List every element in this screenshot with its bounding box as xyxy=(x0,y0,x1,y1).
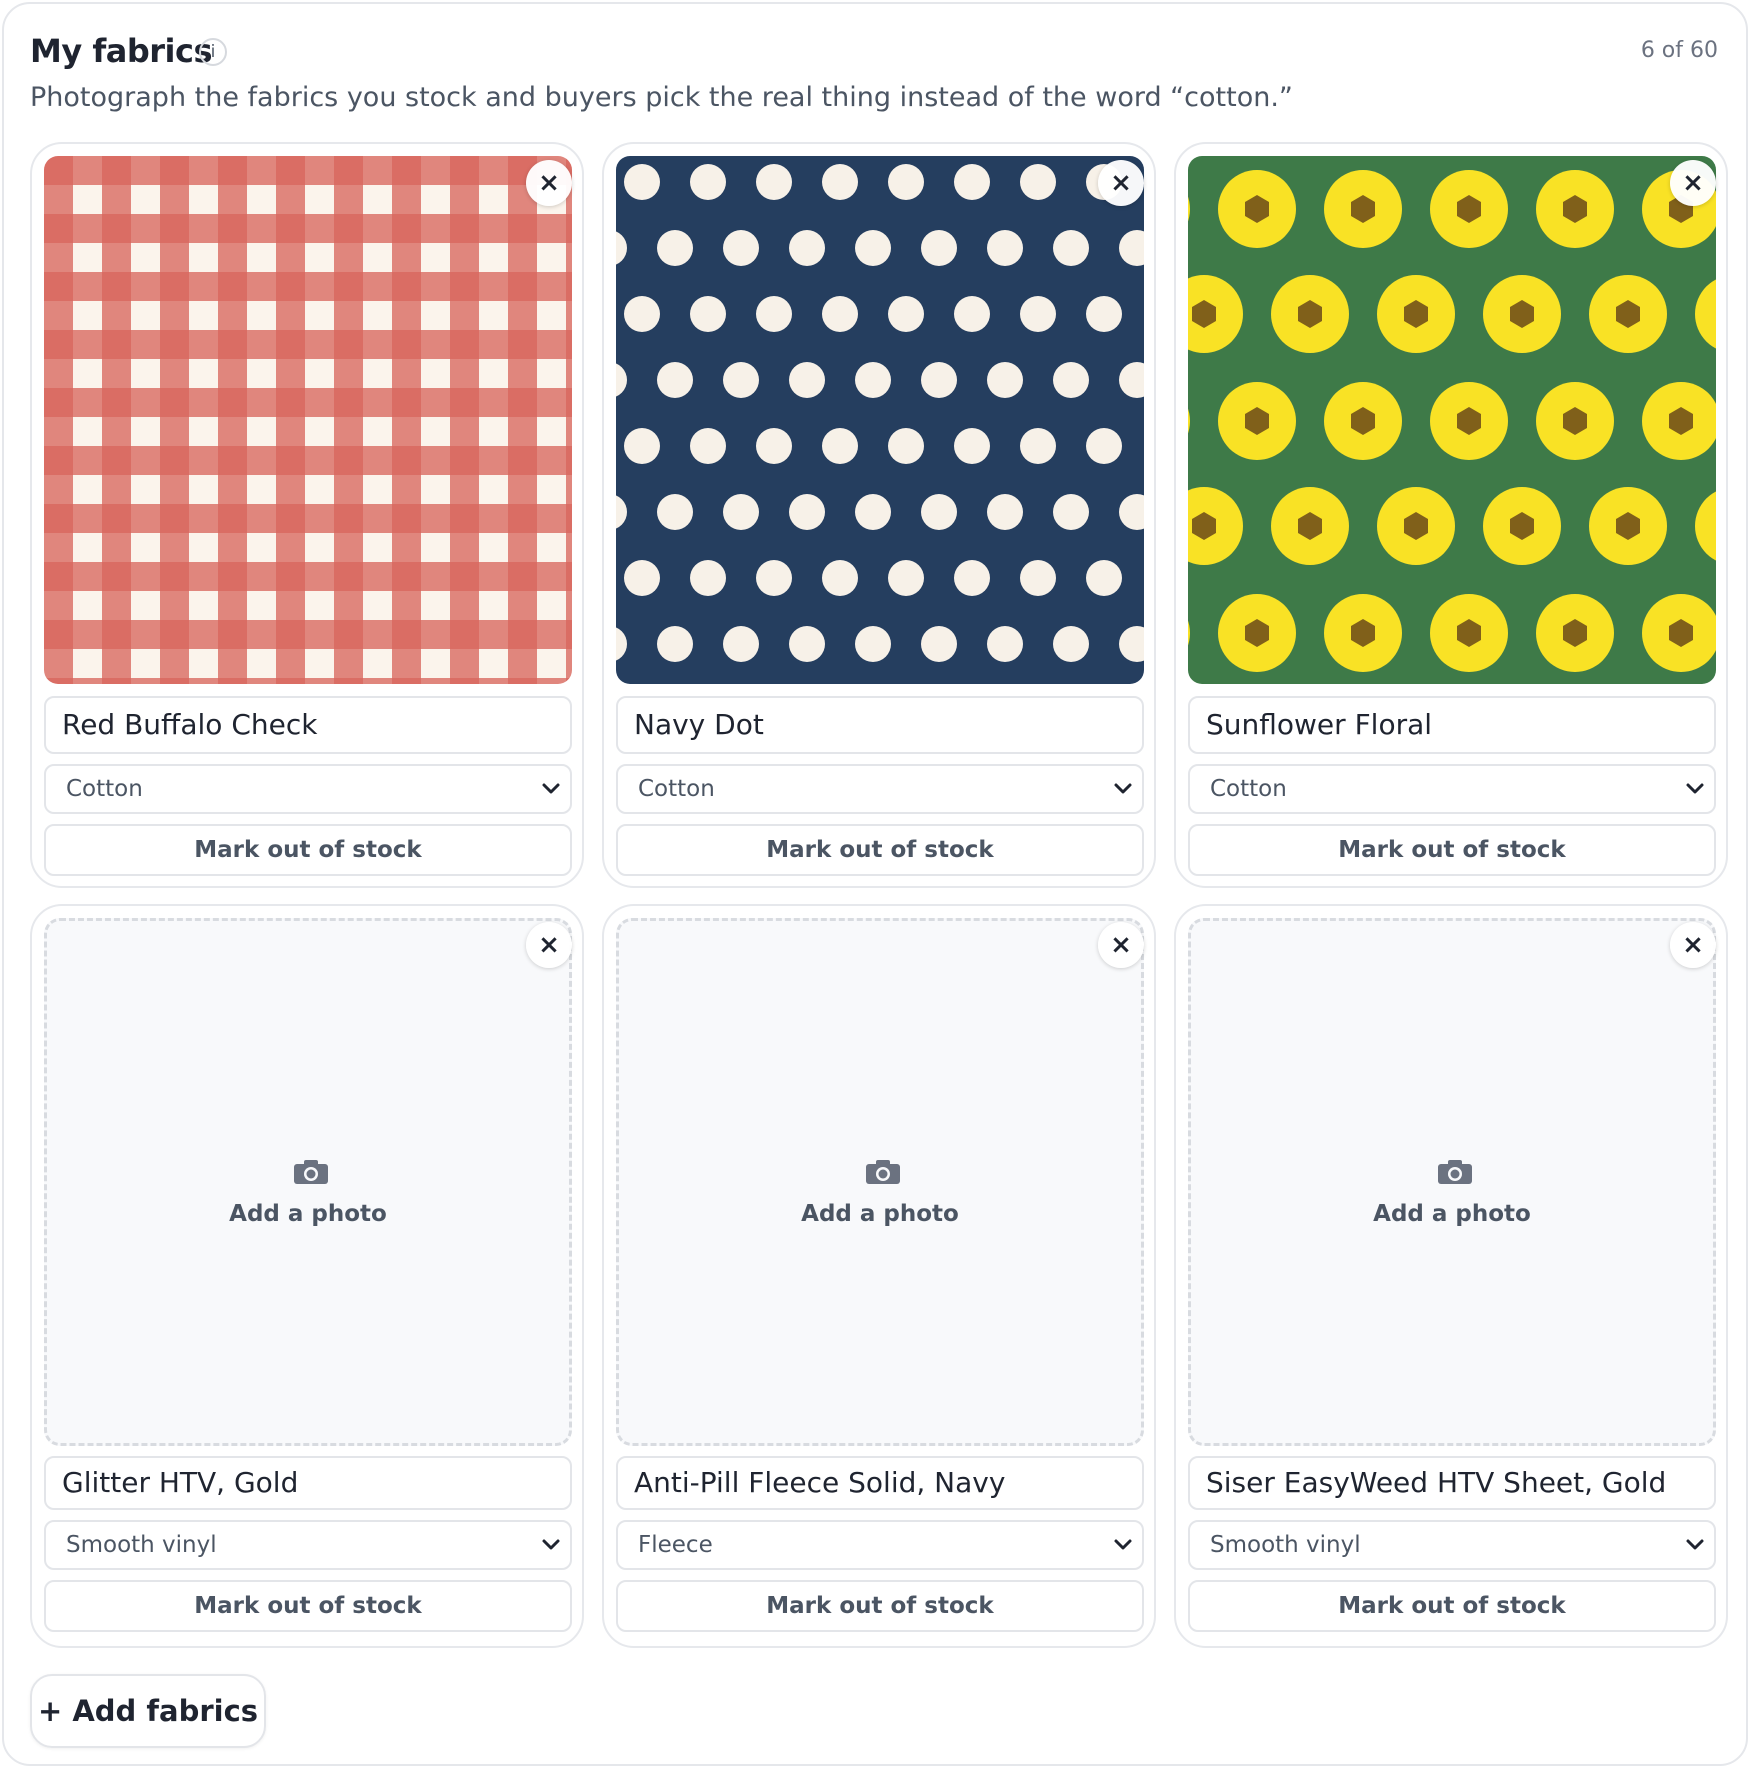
fabric-count: 6 of 60 xyxy=(1640,38,1718,63)
chevron-down-icon xyxy=(1686,1539,1704,1550)
close-icon: × xyxy=(1110,168,1132,198)
mark-out-of-stock-button[interactable]: Mark out of stock xyxy=(616,824,1144,876)
remove-fabric-button[interactable]: × xyxy=(526,160,572,206)
fabric-name-field[interactable]: Navy Dot xyxy=(616,696,1144,754)
fabric-card: Add a photo × Glitter HTV, Gold Smooth v… xyxy=(30,904,584,1648)
page-title: My fabrics xyxy=(30,32,213,70)
add-photo-label: Add a photo xyxy=(229,1201,387,1227)
remove-fabric-button[interactable]: × xyxy=(1098,160,1144,206)
remove-fabric-button[interactable]: × xyxy=(1098,922,1144,968)
mark-out-of-stock-button[interactable]: Mark out of stock xyxy=(44,1580,572,1632)
page-subtitle: Photograph the fabrics you stock and buy… xyxy=(30,82,1293,113)
fabric-name-field[interactable]: Sunflower Floral xyxy=(1188,696,1716,754)
mark-out-of-stock-button[interactable]: Mark out of stock xyxy=(44,824,572,876)
material-select-value: Smooth vinyl xyxy=(66,1532,217,1558)
chevron-down-icon xyxy=(542,783,560,794)
fabric-card: Add a photo × Anti-Pill Fleece Solid, Na… xyxy=(602,904,1156,1648)
red-buffalo-check-swatch xyxy=(44,156,572,684)
close-icon: × xyxy=(1682,930,1704,960)
fabric-photo[interactable] xyxy=(616,156,1144,684)
remove-fabric-button[interactable]: × xyxy=(1670,160,1716,206)
mark-out-of-stock-button[interactable]: Mark out of stock xyxy=(616,1580,1144,1632)
material-select-value: Smooth vinyl xyxy=(1210,1532,1361,1558)
fabric-photo[interactable] xyxy=(1188,156,1716,684)
fabric-card: × Sunflower Floral Cotton Mark out of st… xyxy=(1174,142,1728,888)
remove-fabric-button[interactable]: × xyxy=(526,922,572,968)
fabric-card: Add a photo × Siser EasyWeed HTV Sheet, … xyxy=(1174,904,1728,1648)
material-select-value: Cotton xyxy=(66,776,143,802)
fabric-card: × Navy Dot Cotton Mark out of stock xyxy=(602,142,1156,888)
add-fabrics-button[interactable]: + Add fabrics xyxy=(30,1674,266,1748)
material-select-value: Fleece xyxy=(638,1532,713,1558)
mark-out-of-stock-button[interactable]: Mark out of stock xyxy=(1188,824,1716,876)
chevron-down-icon xyxy=(1686,783,1704,794)
material-select[interactable]: Smooth vinyl xyxy=(44,1520,572,1570)
add-photo-label: Add a photo xyxy=(801,1201,959,1227)
add-photo-dropzone[interactable]: Add a photo xyxy=(616,918,1144,1446)
add-photo-dropzone[interactable]: Add a photo xyxy=(1188,918,1716,1446)
fabric-name-field[interactable]: Red Buffalo Check xyxy=(44,696,572,754)
fabric-name-field[interactable]: Anti-Pill Fleece Solid, Navy xyxy=(616,1456,1144,1510)
chevron-down-icon xyxy=(542,1539,560,1550)
navy-dot-swatch xyxy=(616,156,1144,684)
fabrics-panel: My fabrics i 6 of 60 Photograph the fabr… xyxy=(2,2,1748,1766)
chevron-down-icon xyxy=(1114,783,1132,794)
material-select[interactable]: Cotton xyxy=(1188,764,1716,814)
material-select[interactable]: Cotton xyxy=(44,764,572,814)
add-photo-dropzone[interactable]: Add a photo xyxy=(44,918,572,1446)
close-icon: × xyxy=(1682,168,1704,198)
chevron-down-icon xyxy=(1114,1539,1132,1550)
fabric-card: × Red Buffalo Check Cotton Mark out of s… xyxy=(30,142,584,888)
material-select[interactable]: Fleece xyxy=(616,1520,1144,1570)
remove-fabric-button[interactable]: × xyxy=(1670,922,1716,968)
sunflower-floral-swatch xyxy=(1188,156,1716,684)
fabric-name-field[interactable]: Glitter HTV, Gold xyxy=(44,1456,572,1510)
close-icon: × xyxy=(1110,930,1132,960)
camera-icon xyxy=(866,1160,900,1184)
material-select[interactable]: Cotton xyxy=(616,764,1144,814)
material-select[interactable]: Smooth vinyl xyxy=(1188,1520,1716,1570)
info-icon[interactable]: i xyxy=(199,38,227,66)
fabric-photo[interactable] xyxy=(44,156,572,684)
mark-out-of-stock-button[interactable]: Mark out of stock xyxy=(1188,1580,1716,1632)
fabric-name-field[interactable]: Siser EasyWeed HTV Sheet, Gold xyxy=(1188,1456,1716,1510)
material-select-value: Cotton xyxy=(638,776,715,802)
close-icon: × xyxy=(538,930,560,960)
camera-icon xyxy=(294,1160,328,1184)
material-select-value: Cotton xyxy=(1210,776,1287,802)
camera-icon xyxy=(1438,1160,1472,1184)
close-icon: × xyxy=(538,168,560,198)
add-photo-label: Add a photo xyxy=(1373,1201,1531,1227)
